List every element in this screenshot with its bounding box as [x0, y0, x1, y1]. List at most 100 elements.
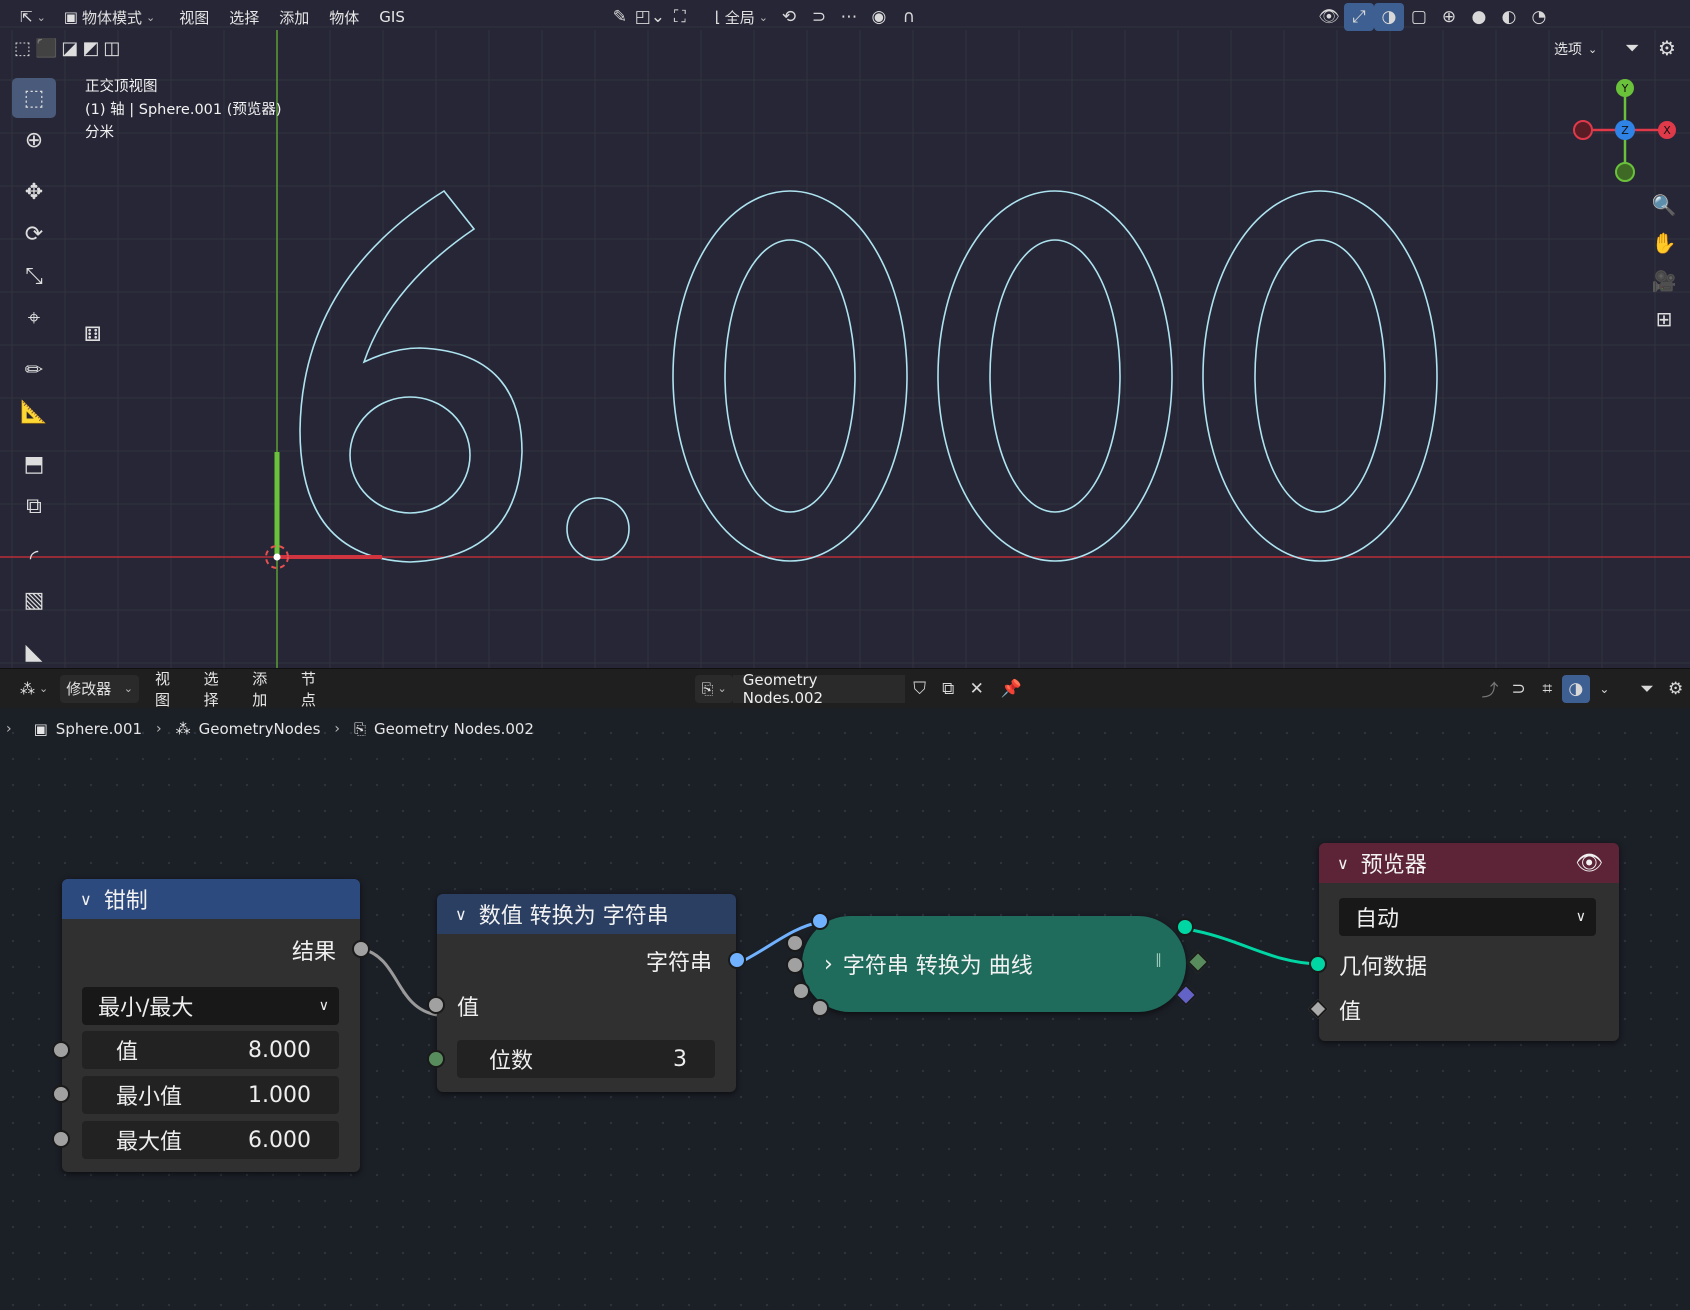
clamp-value-socket[interactable]	[52, 1041, 70, 1059]
chevron-right-icon[interactable]: ›	[824, 952, 833, 977]
decimals-label: 位数	[489, 1049, 534, 1074]
filter-icon[interactable]: ⏷	[1625, 38, 1639, 59]
dice-icon[interactable]: ⚅	[84, 322, 101, 346]
clamp-max-socket[interactable]	[52, 1130, 70, 1148]
clamp-min-socket[interactable]	[52, 1085, 70, 1103]
string-output-socket[interactable]	[728, 951, 746, 969]
overlay-toggle-icon[interactable]: ◑	[1373, 3, 1404, 31]
chevron-down-icon[interactable]: ∨	[1337, 854, 1349, 873]
editor-type-button[interactable]: ⇱ ⌄	[14, 3, 52, 31]
clamp-value-field[interactable]: 值 8.000	[82, 1031, 339, 1069]
value-input-label: 值	[457, 995, 480, 1021]
chevron-down-icon[interactable]: ∨	[80, 890, 92, 909]
decimals-socket[interactable]	[427, 1050, 445, 1068]
snap-curve-icon[interactable]: ◰⌄	[635, 3, 665, 31]
curves-size-socket[interactable]	[786, 934, 804, 952]
curves-line-spacing-socket[interactable]	[792, 982, 810, 1000]
options-dropdown[interactable]: 选项 ⌄	[1546, 36, 1605, 62]
snap-increment-icon[interactable]: ⋯	[834, 3, 864, 31]
value-to-string-node[interactable]: ∨ 数值 转换为 字符串 字符串 值 位数 3	[427, 894, 746, 1092]
eye-icon[interactable]: 👁	[1575, 851, 1603, 876]
clamp-node[interactable]: ∨ 钳制 结果 最小/最大 ∨ 值 8.000 最小值 1.000 最大值 6.…	[52, 879, 370, 1172]
viewer-geometry-socket[interactable]	[1309, 955, 1327, 973]
camera-icon[interactable]: 🎥	[1646, 262, 1682, 300]
menu-view[interactable]: 视图	[169, 3, 219, 31]
shear-tool-icon[interactable]: ◣	[12, 632, 56, 668]
tool-shelf: ⬚ ⊕ ✥ ⟳ ⤡ ⌖ ✏ 📐 ⬒ ⧉ ◜ ▧ ◣	[12, 76, 64, 668]
clamp-node-header[interactable]: ∨ 钳制	[62, 879, 360, 919]
decimals-field[interactable]: 位数 3	[457, 1040, 715, 1078]
xray-icon[interactable]: ▢	[1404, 3, 1434, 31]
clamp-value-label: 值	[116, 1040, 139, 1065]
viewer-value-row: 值	[1308, 987, 1361, 1032]
grid-icon[interactable]: ⊞	[1646, 300, 1682, 338]
mode-label: 物体模式	[81, 8, 142, 27]
menu-object[interactable]: 物体	[319, 3, 369, 31]
chevron-down-icon: ∨	[1575, 909, 1586, 925]
add-object-tool-icon[interactable]: ⧉	[12, 486, 56, 526]
shading-solid-icon[interactable]: ●	[1464, 3, 1494, 31]
image-tool-icon[interactable]: ▧	[12, 580, 56, 620]
shading-wireframe-icon[interactable]: ⊕	[1434, 3, 1464, 31]
menu-select[interactable]: 选择	[219, 3, 269, 31]
clamp-max-field[interactable]: 最大值 6.000	[82, 1121, 339, 1159]
value-input-row: 值	[427, 983, 736, 1028]
add-cube-tool-icon[interactable]: ⬒	[12, 444, 56, 484]
snap-magnet-icon[interactable]: ⊃	[804, 3, 834, 31]
viewer-node[interactable]: ∨ 预览器 👁 自动 ∨ 几何数据 值	[1308, 843, 1619, 1041]
eyedropper-icon[interactable]: ✎	[605, 3, 635, 31]
clamp-result-row: 结果	[62, 927, 370, 972]
gizmo-y-label: Y	[1621, 82, 1629, 95]
chevron-down-icon[interactable]: ∨	[455, 905, 467, 924]
scale-tool-icon[interactable]: ⤡	[12, 256, 56, 296]
clamp-mode-dropdown[interactable]: 最小/最大 ∨	[82, 987, 339, 1025]
clamp-min-field[interactable]: 最小值 1.000	[82, 1076, 339, 1114]
viewer-domain-dropdown[interactable]: 自动 ∨	[1339, 898, 1596, 936]
annotate-tool-icon[interactable]: ✏	[12, 350, 56, 390]
object-origin	[273, 553, 281, 561]
cursor-tool-icon[interactable]: ⊕	[12, 120, 56, 160]
select-mode-icons[interactable]: ⬚⬛◪◩◫	[14, 38, 124, 59]
shading-rendered-icon[interactable]: ◔	[1524, 3, 1554, 31]
viewer-geometry-label: 几何数据	[1339, 954, 1428, 980]
glyph-6-hole	[349, 396, 471, 514]
menu-add[interactable]: 添加	[269, 3, 319, 31]
mode-selector[interactable]: ▣ 物体模式 ⌄	[58, 3, 161, 31]
move-tool-icon[interactable]: ✥	[12, 172, 56, 212]
viewer-geometry-row: 几何数据	[1309, 942, 1428, 987]
select-box-tool-icon[interactable]: ⬚	[12, 78, 56, 118]
gizmo-x-label: X	[1663, 124, 1671, 137]
object-mode-icon: ▣	[63, 8, 78, 26]
curve-tool-icon[interactable]: ◜	[12, 538, 56, 578]
measure-tool-icon[interactable]: 📐	[12, 392, 56, 432]
gizmo-toggle-icon[interactable]: ⤢	[1343, 3, 1374, 31]
clamp-result-socket[interactable]	[352, 940, 370, 958]
transform-tool-icon[interactable]: ⌖	[12, 298, 56, 338]
node-editor[interactable]: ⁂ ⌄ 修改器 ⌄ 视图 选择 添加 节点 ⎘ ⌄ Geometry Nodes.0…	[0, 668, 1690, 1310]
shading-material-icon[interactable]: ◐	[1494, 3, 1524, 31]
pose-icon[interactable]: ⛶	[665, 3, 695, 31]
value-input-socket[interactable]	[427, 996, 445, 1014]
string-to-curves-node[interactable]: › 字符串 转换为 曲线 ∥	[802, 916, 1186, 1012]
transform-orientation-selector[interactable]: ⌊ 全局 ⌄	[709, 3, 774, 31]
pan-hand-icon[interactable]: ✋	[1646, 224, 1682, 262]
orientation-label: 全局	[724, 8, 755, 27]
value-to-string-header[interactable]: ∨ 数值 转换为 字符串	[437, 894, 736, 934]
falloff-curve-icon[interactable]: ∩	[894, 3, 924, 31]
rotate-tool-icon[interactable]: ⟳	[12, 214, 56, 254]
menu-gis[interactable]: GIS	[369, 3, 415, 31]
curves-string-input-socket[interactable]	[811, 912, 829, 930]
curve-instances-output-socket[interactable]	[1176, 918, 1194, 936]
gear-icon[interactable]: ⚙	[1658, 36, 1676, 60]
visibility-icon[interactable]: 👁	[1314, 3, 1344, 31]
zoom-icon[interactable]: 🔍	[1646, 186, 1682, 224]
pivot-icon[interactable]: ⟲	[774, 3, 804, 31]
3d-viewport[interactable]: ⇱ ⌄ ▣ 物体模式 ⌄ 视图 选择 添加 物体 GIS ✎ ◰⌄ ⛶ ⌊ 全局 …	[0, 0, 1690, 668]
navigation-gizmo[interactable]: Y Z X	[1570, 76, 1680, 186]
curves-spacing-socket[interactable]	[786, 956, 804, 974]
clamp-mode-label: 最小/最大	[98, 996, 194, 1021]
curves-width-socket[interactable]	[811, 999, 829, 1017]
viewer-node-header[interactable]: ∨ 预览器 👁	[1319, 843, 1619, 883]
proportional-edit-icon[interactable]: ◉	[864, 3, 894, 31]
unit-scale: 分米	[85, 125, 114, 141]
